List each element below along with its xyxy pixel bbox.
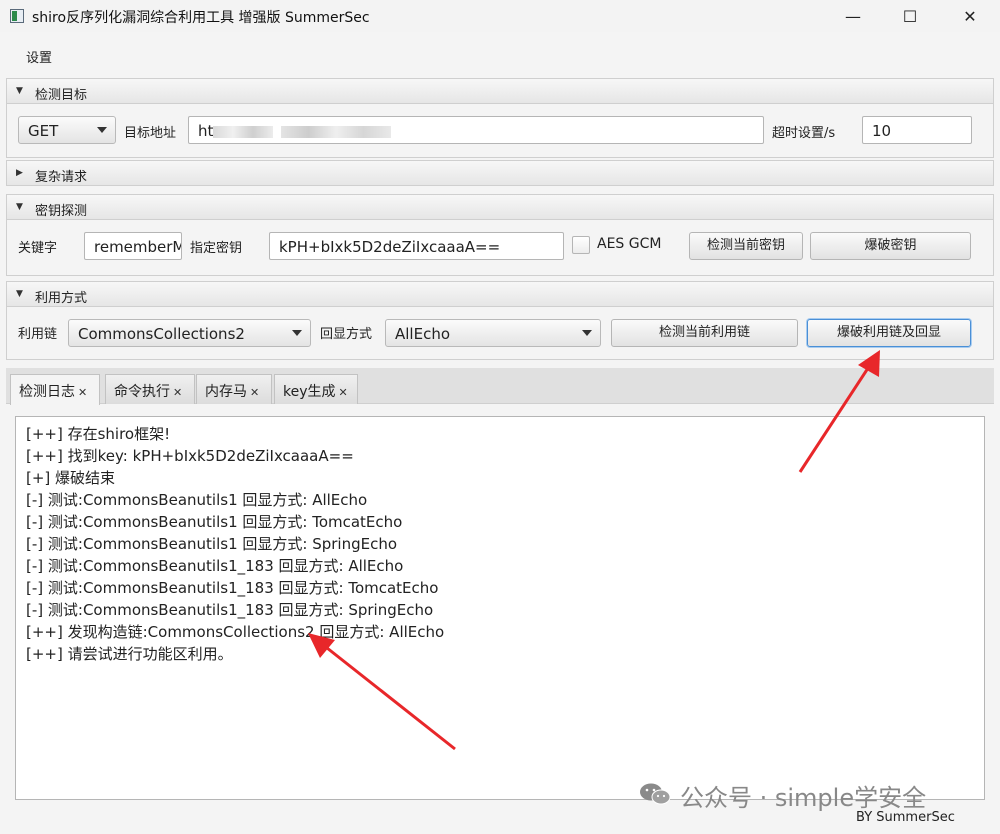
log-line: [+] 爆破结束: [26, 469, 116, 487]
timeout-value: 10: [872, 122, 892, 140]
section-exploit-title: 利用方式: [35, 291, 88, 306]
brute-chain-button[interactable]: 爆破利用链及回显: [807, 319, 971, 347]
method-value: GET: [28, 122, 59, 140]
section-target-header[interactable]: ▼ 检测目标: [6, 78, 994, 104]
maximize-button[interactable]: ☐: [887, 0, 933, 32]
method-select[interactable]: GET: [18, 116, 116, 144]
section-target-title: 检测目标: [35, 88, 88, 103]
key-input[interactable]: kPH+bIxk5D2deZiIxcaaaA==: [269, 232, 564, 260]
key-label: 指定密钥: [190, 241, 243, 256]
brute-key-button[interactable]: 爆破密钥: [810, 232, 971, 260]
close-icon[interactable]: ✕: [173, 386, 182, 399]
keyword-label: 关键字: [18, 241, 58, 256]
chain-value: CommonsCollections2: [78, 325, 245, 343]
log-line: [-] 测试:CommonsBeanutils1_183 回显方式: Tomca…: [26, 579, 439, 597]
title-bar: shiro反序列化漏洞综合利用工具 增强版 SummerSec — ☐ ✕: [0, 0, 1000, 32]
timeout-input[interactable]: 10: [862, 116, 972, 144]
minimize-button[interactable]: —: [830, 0, 876, 32]
section-key-header[interactable]: ▼ 密钥探测: [6, 194, 994, 220]
collapse-triangle-icon: ▼: [16, 289, 23, 299]
watermark-text: 公众号 · simple学安全: [680, 784, 927, 812]
log-line: [-] 测试:CommonsBeanutils1 回显方式: SpringEch…: [26, 535, 398, 553]
menu-bar: 设置: [0, 38, 1000, 72]
section-key-body: 关键字 rememberMe 指定密钥 kPH+bIxk5D2deZiIxcaa…: [6, 220, 994, 276]
log-line: [-] 测试:CommonsBeanutils1_183 回显方式: Sprin…: [26, 601, 434, 619]
log-line: [-] 测试:CommonsBeanutils1 回显方式: AllEcho: [26, 491, 368, 509]
log-line: [-] 测试:CommonsBeanutils1 回显方式: TomcatEch…: [26, 513, 403, 531]
timeout-label: 超时设置/s: [772, 126, 836, 141]
keyword-value: rememberMe: [94, 238, 181, 256]
expand-triangle-icon: ▶: [16, 168, 23, 178]
collapse-triangle-icon: ▼: [16, 202, 23, 212]
section-complex-title: 复杂请求: [35, 170, 88, 185]
aes-gcm-label: AES GCM: [597, 236, 662, 252]
log-line: [++] 请尝试进行功能区利用。: [26, 645, 233, 663]
section-exploit-body: 利用链 CommonsCollections2 回显方式 AllEcho 检测当…: [6, 307, 994, 360]
chain-label: 利用链: [18, 327, 58, 342]
check-chain-button[interactable]: 检测当前利用链: [611, 319, 798, 347]
tab-command-exec-label: 命令执行: [114, 384, 170, 400]
tab-key-gen[interactable]: key生成 ✕: [274, 374, 358, 404]
section-key-title: 密钥探测: [35, 204, 88, 219]
tab-memshell[interactable]: 内存马 ✕: [196, 374, 272, 404]
aes-gcm-checkbox[interactable]: [572, 236, 590, 254]
echo-label: 回显方式: [320, 327, 373, 342]
log-line: [-] 测试:CommonsBeanutils1_183 回显方式: AllEc…: [26, 557, 404, 575]
menu-settings[interactable]: 设置: [26, 47, 52, 66]
tab-bar: 检测日志 ✕ 命令执行 ✕ 内存马 ✕ key生成 ✕: [6, 368, 994, 405]
echo-value: AllEcho: [395, 325, 451, 343]
chain-select[interactable]: CommonsCollections2: [68, 319, 311, 347]
tab-key-gen-label: key生成: [283, 384, 336, 400]
close-icon[interactable]: ✕: [250, 386, 259, 399]
app-icon: [10, 9, 24, 23]
window-title: shiro反序列化漏洞综合利用工具 增强版 SummerSec: [32, 10, 370, 26]
tab-detect-log[interactable]: 检测日志 ✕: [10, 374, 100, 405]
echo-select[interactable]: AllEcho: [385, 319, 601, 347]
status-author: BY SummerSec: [856, 810, 955, 825]
redacted-url: [213, 125, 274, 138]
log-line: [++] 发现构造链:CommonsCollections2 回显方式: All…: [26, 623, 445, 641]
collapse-triangle-icon: ▼: [16, 86, 23, 96]
section-complex-header[interactable]: ▶ 复杂请求: [6, 160, 994, 186]
tab-memshell-label: 内存马: [205, 384, 247, 400]
chevron-down-icon: [97, 127, 107, 133]
tab-command-exec[interactable]: 命令执行 ✕: [105, 374, 195, 404]
log-textarea[interactable]: [++] 存在shiro框架! [++] 找到key: kPH+bIxk5D2d…: [15, 416, 985, 800]
wechat-icon: [640, 783, 671, 805]
section-target-body: GET 目标地址 ht 超时设置/s 10: [6, 104, 994, 158]
close-icon[interactable]: ✕: [339, 386, 348, 399]
close-window-button[interactable]: ✕: [947, 0, 993, 32]
chevron-down-icon: [582, 330, 592, 336]
keyword-input[interactable]: rememberMe: [84, 232, 182, 260]
key-value: kPH+bIxk5D2deZiIxcaaaA==: [279, 238, 501, 256]
section-exploit-header[interactable]: ▼ 利用方式: [6, 281, 994, 307]
url-input[interactable]: ht: [188, 116, 764, 144]
tab-detect-log-label: 检测日志: [19, 384, 75, 400]
check-key-button[interactable]: 检测当前密钥: [689, 232, 803, 260]
url-value: ht: [198, 122, 392, 140]
chevron-down-icon: [292, 330, 302, 336]
log-line: [++] 找到key: kPH+bIxk5D2deZiIxcaaaA==: [26, 447, 354, 465]
url-label: 目标地址: [124, 126, 177, 141]
log-line: [++] 存在shiro框架!: [26, 425, 171, 443]
close-icon[interactable]: ✕: [78, 386, 87, 399]
